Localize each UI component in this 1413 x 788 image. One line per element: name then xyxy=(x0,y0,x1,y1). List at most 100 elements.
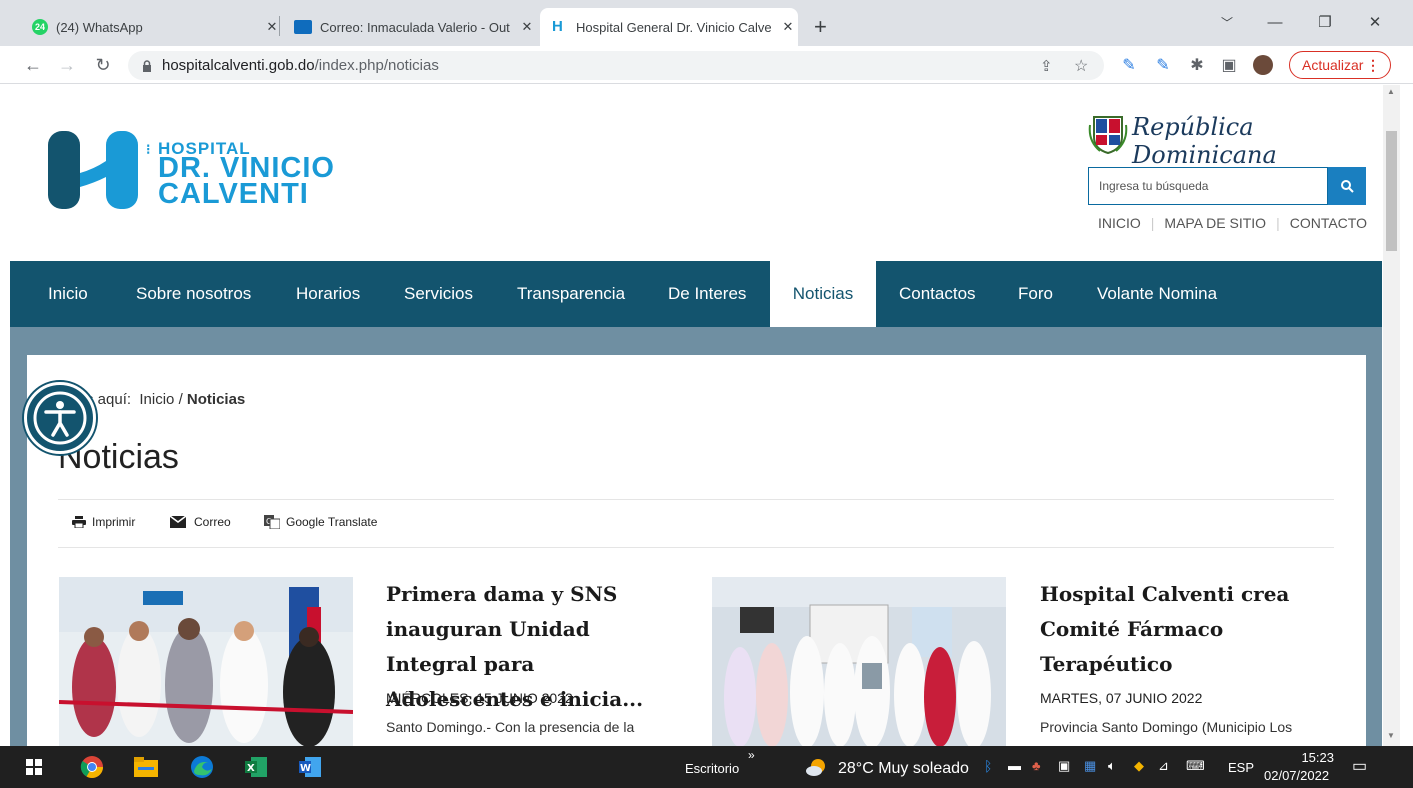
breadcrumb-current: Noticias xyxy=(186,391,246,408)
browser-toolbar: ← → ↻ hospitalcalventi.gob.do/index.php/… xyxy=(0,46,1413,84)
nav-item-volante-nomina[interactable]: Volante Nomina xyxy=(1097,261,1217,327)
news-summary-1: Santo Domingo.- Con la presencia de la xyxy=(386,719,635,735)
windows-taskbar: X W Escritorio » 28°C Muy soleado ᛒ ▬ ♣ … xyxy=(0,746,1413,788)
tray-chat-icon[interactable]: ▦ xyxy=(1084,758,1096,774)
network-icon[interactable]: ⊿ xyxy=(1158,758,1169,774)
scrollbar-thumb[interactable] xyxy=(1386,131,1397,251)
tab-hospital[interactable]: H Hospital General Dr. Vinicio Calve ✕ xyxy=(540,8,798,46)
site-search-button[interactable] xyxy=(1328,167,1366,205)
close-tab-icon[interactable]: ✕ xyxy=(778,17,798,37)
close-window-icon[interactable]: ✕ xyxy=(1360,10,1390,34)
email-label: Correo xyxy=(194,515,231,529)
page-scrollbar[interactable]: ▲ ▼ xyxy=(1383,85,1400,746)
news-image-1[interactable] xyxy=(59,577,353,746)
logo-dots-icon: ⁝ xyxy=(146,141,151,157)
keyboard-icon[interactable]: ⌨ xyxy=(1186,758,1205,774)
main-nav: Inicio Sobre nosotros Horarios Servicios… xyxy=(10,261,1382,327)
tray-app-icon[interactable]: ▣ xyxy=(1058,758,1070,774)
news-image-2[interactable] xyxy=(712,577,1006,746)
email-button[interactable]: Correo xyxy=(170,515,231,529)
edge-icon[interactable] xyxy=(186,752,218,782)
logo-name-text: DR. VINICIO CALVENTI xyxy=(158,154,335,209)
chrome-icon[interactable] xyxy=(76,752,108,782)
svg-text:X: X xyxy=(247,763,255,774)
weather-sun-icon xyxy=(806,758,828,776)
reload-icon[interactable]: ↻ xyxy=(90,52,116,78)
volume-icon[interactable]: 🔈︎ xyxy=(1108,758,1116,774)
notifications-icon[interactable]: ▭ xyxy=(1352,756,1367,776)
minimize-icon[interactable]: — xyxy=(1260,10,1290,34)
tab-separator xyxy=(279,16,280,36)
language-indicator[interactable]: ESP xyxy=(1228,760,1254,775)
envelope-icon xyxy=(170,516,186,528)
search-placeholder: Ingresa tu búsqueda xyxy=(1099,179,1209,193)
tab-whatsapp[interactable]: 24 (24) WhatsApp ✕ xyxy=(20,8,282,46)
nav-item-foro[interactable]: Foro xyxy=(1018,261,1053,327)
extension-feather-icon[interactable]: ✎ xyxy=(1152,54,1174,76)
nav-item-sobre-nosotros[interactable]: Sobre nosotros xyxy=(136,261,251,327)
top-link-inicio[interactable]: INICIO xyxy=(1098,215,1151,231)
nav-item-transparencia[interactable]: Transparencia xyxy=(517,261,625,327)
tab-search-icon[interactable]: ﹀ xyxy=(1212,10,1242,34)
breadcrumb-home[interactable]: Inicio xyxy=(139,391,174,408)
tab-title: (24) WhatsApp xyxy=(56,19,143,35)
lock-icon xyxy=(142,59,152,72)
scroll-down-icon[interactable]: ▼ xyxy=(1387,731,1395,740)
top-link-contacto[interactable]: CONTACTO xyxy=(1280,215,1377,231)
site-search-input[interactable]: Ingresa tu búsqueda xyxy=(1088,167,1328,205)
republica-dominicana-text: República Dominicana xyxy=(1132,113,1277,169)
nav-item-horarios[interactable]: Horarios xyxy=(296,261,360,327)
bookmark-star-icon[interactable]: ☆ xyxy=(1074,56,1088,76)
windows-start-icon[interactable] xyxy=(18,752,50,782)
address-bar[interactable]: hospitalcalventi.gob.do/index.php/notici… xyxy=(128,51,1104,80)
nav-item-servicios[interactable]: Servicios xyxy=(404,261,473,327)
word-icon[interactable]: W xyxy=(294,752,326,782)
accessibility-button[interactable] xyxy=(24,382,96,454)
scroll-up-icon[interactable]: ▲ xyxy=(1387,87,1395,96)
news-title-2[interactable]: Hospital Calventi crea Comité Fármaco Te… xyxy=(1040,577,1340,682)
tab-outlook[interactable]: Correo: Inmaculada Valerio - Out ✕ xyxy=(282,8,537,46)
update-label: Actualizar xyxy=(1302,57,1364,73)
extensions-puzzle-icon[interactable]: ✱ xyxy=(1186,54,1208,76)
breadcrumb: s aquí: Inicio / Noticias xyxy=(86,391,245,408)
clock-date[interactable]: 02/07/2022 xyxy=(1264,768,1329,783)
top-link-mapa[interactable]: MAPA DE SITIO xyxy=(1154,215,1276,231)
nav-item-inicio[interactable]: Inicio xyxy=(48,261,88,327)
file-explorer-icon[interactable] xyxy=(130,752,162,782)
nav-item-noticias[interactable]: Noticias xyxy=(770,261,876,327)
nav-item-contactos[interactable]: Contactos xyxy=(899,261,976,327)
menu-dots-icon: ⋮ xyxy=(1366,56,1380,73)
share-icon[interactable]: ⇪ xyxy=(1040,57,1053,75)
google-translate-icon: G xyxy=(264,515,280,529)
desktop-toolbar-label[interactable]: Escritorio xyxy=(685,761,739,776)
forward-icon[interactable]: → xyxy=(54,52,80,78)
tray-device-icon[interactable]: ▬ xyxy=(1008,758,1021,773)
search-icon xyxy=(1341,180,1354,193)
nav-item-de-interes[interactable]: De Interes xyxy=(668,261,746,327)
hospital-favicon-icon: H xyxy=(552,18,563,35)
avatar[interactable] xyxy=(1252,54,1274,76)
chevron-double-icon[interactable]: » xyxy=(748,748,755,762)
translate-label: Google Translate xyxy=(286,515,378,529)
new-tab-button[interactable]: + xyxy=(806,8,840,46)
bluetooth-icon[interactable]: ᛒ xyxy=(984,758,992,774)
outlook-icon xyxy=(294,20,312,34)
top-links: INICIO | MAPA DE SITIO | CONTACTO xyxy=(1098,215,1377,231)
update-button[interactable]: Actualizar ⋮ xyxy=(1289,51,1391,79)
clock-time[interactable]: 15:23 xyxy=(1280,750,1334,765)
svg-text:W: W xyxy=(300,763,311,774)
accessibility-icon xyxy=(33,391,87,445)
hospital-logo[interactable] xyxy=(46,131,146,211)
print-button[interactable]: Imprimir xyxy=(72,515,135,529)
teams-icon[interactable]: ♣ xyxy=(1032,758,1041,773)
print-label: Imprimir xyxy=(92,515,136,529)
back-icon[interactable]: ← xyxy=(20,52,46,78)
weather-text[interactable]: 28°C Muy soleado xyxy=(838,760,969,778)
security-icon[interactable]: ◆ xyxy=(1134,758,1144,774)
extension-feather-icon[interactable]: ✎ xyxy=(1118,54,1140,76)
excel-icon[interactable]: X xyxy=(240,752,272,782)
restore-icon[interactable]: ❐ xyxy=(1310,10,1340,34)
side-panel-icon[interactable]: ▣ xyxy=(1218,54,1240,76)
translate-button[interactable]: G Google Translate xyxy=(264,515,377,529)
close-tab-icon[interactable]: ✕ xyxy=(517,17,537,37)
